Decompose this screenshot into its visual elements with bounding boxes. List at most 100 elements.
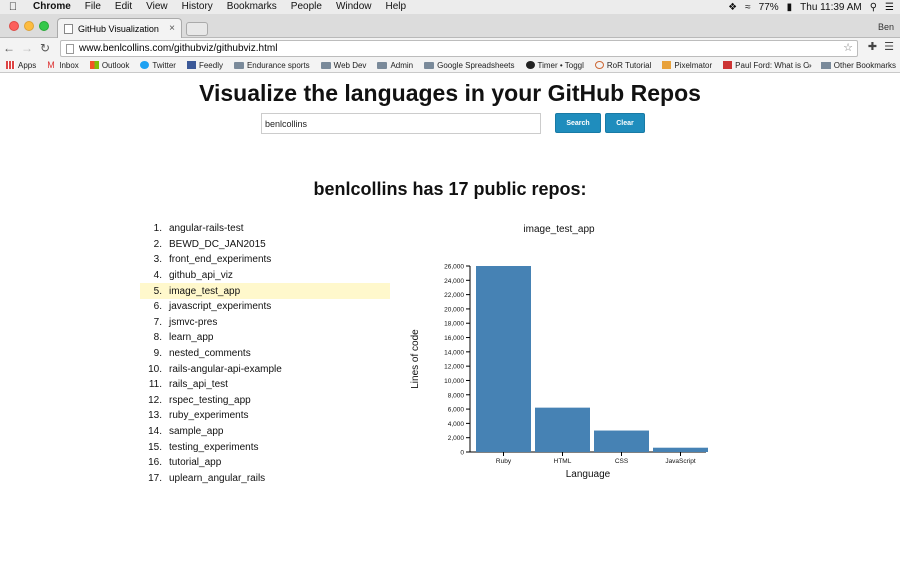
repo-list-item[interactable]: 17. uplearn_angular_rails — [140, 471, 390, 487]
bar-html — [535, 407, 590, 452]
bookmarks-bar: Apps M Inbox Outlook Twitter Feedly Endur… — [0, 58, 900, 73]
repo-list-item[interactable]: 4. github_api_viz — [140, 268, 390, 284]
search-button[interactable]: Search — [555, 113, 601, 133]
bar-css — [594, 430, 649, 452]
spotlight-icon[interactable]: ⚲ — [870, 2, 877, 13]
battery-icon[interactable]: ▮ — [787, 2, 793, 13]
profile-button[interactable]: Ben — [872, 18, 900, 36]
menu-history[interactable]: History — [175, 0, 220, 14]
menu-edit[interactable]: Edit — [108, 0, 139, 14]
extension-icon[interactable]: ✚ — [868, 40, 877, 53]
repo-list-item[interactable]: 11. rails_api_test — [140, 377, 390, 393]
repo-list-item[interactable]: 1. angular-rails-test — [140, 221, 390, 237]
repo-name: learn_app — [169, 332, 214, 344]
url-text: www.benlcollins.com/githubviz/githubviz.… — [79, 43, 278, 54]
repo-list-item[interactable]: 5. image_test_app — [140, 283, 390, 299]
tab-github-visualization[interactable]: GitHub Visualization × — [57, 18, 182, 38]
apps-grid-icon — [6, 61, 15, 69]
y-tick-label: 6,000 — [448, 407, 465, 414]
folder-icon — [377, 61, 388, 69]
bookmark-endurance-sports[interactable]: Endurance sports — [233, 61, 310, 70]
repo-name: rails-angular-api-example — [169, 363, 282, 375]
battery-percent[interactable]: 77% — [759, 2, 779, 13]
page-info-icon[interactable] — [66, 43, 74, 54]
twitter-icon — [140, 61, 150, 69]
chrome-menu-icon[interactable]: ☰ — [884, 40, 894, 53]
bar-javascript — [653, 447, 708, 452]
page-favicon-icon — [64, 23, 73, 34]
address-bar[interactable]: www.benlcollins.com/githubviz/githubviz.… — [60, 40, 858, 57]
repo-list-item[interactable]: 7. jsmvc-pres — [140, 315, 390, 331]
menu-app-name[interactable]: Chrome — [26, 0, 78, 14]
repo-number: 8. — [153, 332, 162, 344]
menu-file[interactable]: File — [78, 0, 108, 14]
menu-view[interactable]: View — [139, 0, 175, 14]
x-axis-label: Language — [566, 469, 611, 480]
zoom-window-button[interactable] — [39, 21, 49, 31]
bookmarks-overflow-chevron[interactable]: » — [807, 61, 811, 70]
bookmark-web-dev[interactable]: Web Dev — [320, 61, 366, 70]
outlook-icon — [89, 61, 99, 69]
dropbox-icon[interactable]: ❖ — [728, 2, 737, 13]
repo-name: nested_comments — [169, 348, 251, 360]
repo-list-item[interactable]: 12. rspec_testing_app — [140, 393, 390, 409]
toggl-icon — [525, 61, 535, 69]
apple-icon[interactable]:  — [0, 1, 26, 13]
repo-list-item[interactable]: 15. testing_experiments — [140, 439, 390, 455]
repo-number: 6. — [153, 301, 162, 313]
menu-people[interactable]: People — [284, 0, 329, 14]
username-search-input[interactable] — [261, 113, 541, 134]
bookmark-other[interactable]: » Other Bookmarks — [807, 58, 896, 72]
repo-list-item[interactable]: 9. nested_comments — [140, 346, 390, 362]
folder-icon — [320, 61, 331, 69]
repo-list-item[interactable]: 13. ruby_experiments — [140, 408, 390, 424]
bookmark-apps[interactable]: Apps — [6, 61, 36, 70]
close-tab-icon[interactable]: × — [169, 23, 175, 34]
notification-center-icon[interactable]: ☰ — [885, 2, 894, 13]
minimize-window-button[interactable] — [24, 21, 34, 31]
repo-name: testing_experiments — [169, 441, 259, 453]
repo-list-item[interactable]: 14. sample_app — [140, 424, 390, 440]
bookmark-outlook[interactable]: Outlook — [89, 61, 129, 70]
new-tab-button[interactable] — [186, 22, 208, 36]
bookmark-star-icon[interactable]: ☆ — [843, 41, 853, 54]
repo-list-item[interactable]: 8. learn_app — [140, 330, 390, 346]
repo-number: 7. — [153, 316, 162, 328]
reload-icon[interactable]: ↻ — [36, 41, 54, 55]
forward-arrow-icon[interactable]: → — [18, 41, 36, 55]
repo-list-item[interactable]: 2. BEWD_DC_JAN2015 — [140, 237, 390, 253]
repo-number: 9. — [153, 348, 162, 360]
x-tick-label: Ruby — [496, 458, 512, 465]
bookmark-pixelmator[interactable]: Pixelmator — [662, 61, 712, 70]
repo-list-item[interactable]: 6. javascript_experiments — [140, 299, 390, 315]
repo-number: 3. — [153, 254, 162, 266]
repo-list-item[interactable]: 3. front_end_experiments — [140, 252, 390, 268]
bookmark-inbox[interactable]: M Inbox — [47, 61, 79, 70]
wifi-icon[interactable]: ≈ — [745, 2, 751, 13]
bookmark-google-spreadsheets[interactable]: Google Spreadsheets — [424, 61, 515, 70]
feedly-icon — [186, 61, 196, 69]
menu-help[interactable]: Help — [379, 0, 414, 14]
bookmark-feedly[interactable]: Feedly — [186, 61, 223, 70]
bookmark-toggl[interactable]: Timer • Toggl — [525, 61, 584, 70]
page-title: Visualize the languages in your GitHub R… — [199, 80, 701, 106]
y-axis-label: Lines of code — [410, 329, 421, 389]
bookmark-twitter[interactable]: Twitter — [140, 61, 176, 70]
repo-number: 11. — [148, 379, 162, 391]
back-arrow-icon[interactable]: ← — [0, 41, 18, 55]
repo-name: sample_app — [169, 426, 224, 438]
bookmark-admin[interactable]: Admin — [377, 61, 413, 70]
repo-name: tutorial_app — [169, 457, 222, 469]
menu-window[interactable]: Window — [329, 0, 379, 14]
clear-button[interactable]: Clear — [605, 113, 645, 133]
menu-bookmarks[interactable]: Bookmarks — [220, 0, 284, 14]
clock[interactable]: Thu 11:39 AM — [800, 2, 862, 13]
bookmark-ror-tutorial[interactable]: RoR Tutorial — [594, 61, 651, 70]
bookmark-paul-ford[interactable]: Paul Ford: What is C — [723, 61, 809, 70]
close-window-button[interactable] — [9, 21, 19, 31]
repo-list-item[interactable]: 16. tutorial_app — [140, 455, 390, 471]
repo-name: front_end_experiments — [169, 254, 272, 266]
repo-list-item[interactable]: 10. rails-angular-api-example — [140, 361, 390, 377]
bloomberg-icon — [723, 61, 733, 69]
repo-name: uplearn_angular_rails — [169, 472, 266, 484]
